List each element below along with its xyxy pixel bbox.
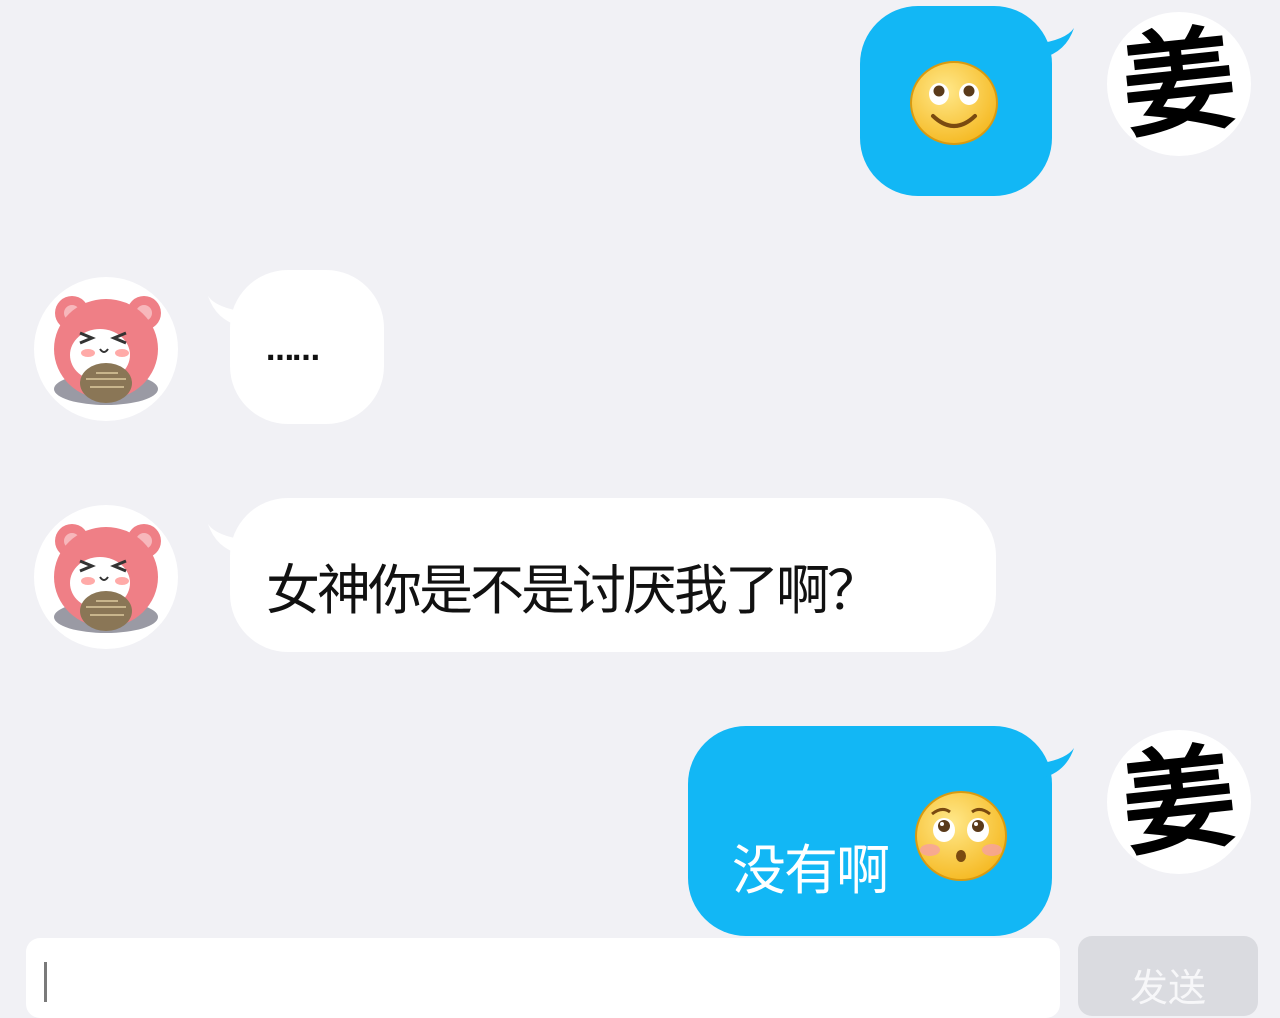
bubble-tail: [1036, 742, 1076, 782]
avatar-calligraphy-char: 姜: [1116, 13, 1241, 155]
contact-avatar[interactable]: [34, 277, 178, 421]
contact-avatar[interactable]: [34, 505, 178, 649]
message-input[interactable]: [26, 938, 1060, 1018]
message-text: ……: [266, 334, 320, 367]
send-button[interactable]: 发送: [1078, 936, 1258, 1016]
smile-emoji-icon: [909, 60, 999, 146]
bubble-tail: [1036, 22, 1076, 62]
message-text: 没有啊: [732, 839, 890, 902]
pleading-blush-emoji-icon: [914, 790, 1008, 882]
avatar-calligraphy-char: 姜: [1116, 731, 1241, 873]
text-cursor: [44, 962, 47, 1002]
my-avatar[interactable]: 姜: [1107, 730, 1251, 874]
message-text: 女神你是不是讨厌我了啊？: [266, 559, 881, 622]
my-avatar[interactable]: 姜: [1107, 12, 1251, 156]
